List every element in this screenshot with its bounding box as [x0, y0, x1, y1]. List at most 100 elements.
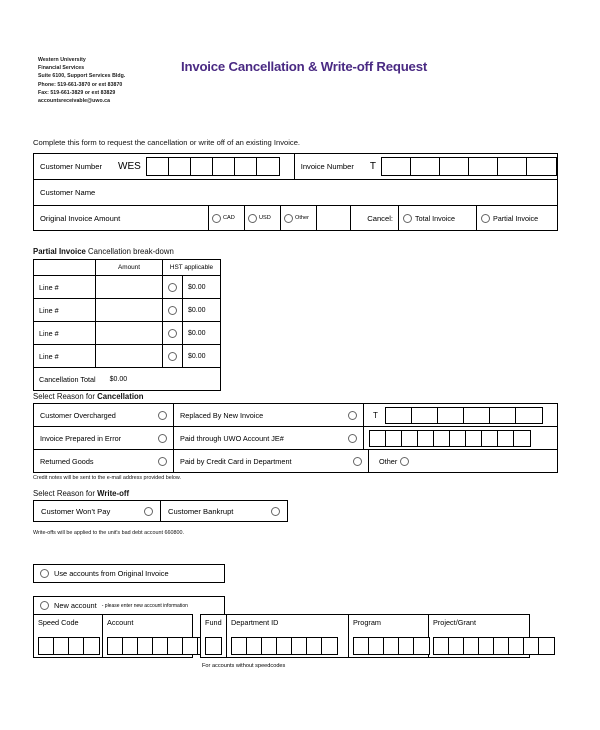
line-amount-input[interactable] — [96, 345, 163, 367]
customer-name-row[interactable]: Customer Name — [34, 180, 557, 206]
character-box[interactable] — [516, 408, 542, 423]
character-box[interactable] — [440, 158, 469, 175]
account-field-input[interactable] — [433, 637, 555, 655]
character-box[interactable] — [386, 407, 412, 423]
account-field-input[interactable] — [38, 637, 100, 655]
character-box[interactable] — [292, 638, 307, 654]
character-box[interactable] — [39, 638, 54, 654]
character-box[interactable] — [153, 638, 168, 654]
radio-icon[interactable] — [168, 328, 177, 338]
character-box[interactable] — [382, 158, 411, 175]
account-field-input[interactable] — [205, 637, 222, 655]
invoice-number-input[interactable] — [381, 157, 557, 176]
radio-icon[interactable] — [158, 410, 167, 420]
character-box[interactable] — [69, 638, 84, 654]
replacement-invoice-input[interactable] — [384, 406, 543, 424]
reason-returned-goods[interactable]: Returned Goods — [34, 450, 174, 472]
hst-applicable-cell[interactable] — [163, 276, 183, 298]
radio-icon[interactable] — [40, 569, 49, 578]
original-amount-cell[interactable]: Original Invoice Amount — [34, 206, 209, 230]
radio-icon[interactable] — [212, 213, 221, 223]
character-box[interactable] — [257, 158, 279, 175]
character-box[interactable] — [464, 638, 479, 654]
character-box[interactable] — [438, 407, 464, 423]
character-box[interactable] — [147, 158, 169, 175]
radio-icon[interactable] — [348, 433, 357, 443]
currency-option-cad[interactable]: CAD — [209, 206, 245, 230]
character-box[interactable] — [322, 638, 337, 654]
character-box[interactable] — [418, 430, 434, 446]
je-number-input[interactable] — [369, 429, 531, 447]
reason-customer-overcharged[interactable]: Customer Overcharged — [34, 404, 174, 426]
character-box[interactable] — [498, 430, 514, 446]
character-box[interactable] — [399, 638, 414, 654]
line-amount-input[interactable] — [96, 276, 163, 298]
radio-icon[interactable] — [248, 213, 257, 223]
radio-icon[interactable] — [400, 456, 410, 466]
character-box[interactable] — [479, 638, 494, 654]
writeoff-customer-wont-pay[interactable]: Customer Won't Pay — [34, 501, 161, 521]
character-box[interactable] — [527, 158, 556, 175]
currency-option-usd[interactable]: USD — [245, 206, 281, 230]
radio-icon[interactable] — [168, 282, 177, 292]
cancel-option-partial-invoice[interactable]: Partial Invoice — [477, 206, 557, 230]
character-box[interactable] — [84, 638, 99, 654]
character-box[interactable] — [539, 638, 554, 654]
character-box[interactable] — [464, 407, 490, 423]
character-box[interactable] — [123, 638, 138, 654]
character-box[interactable] — [469, 158, 498, 175]
radio-icon[interactable] — [168, 305, 177, 315]
character-box[interactable] — [490, 407, 516, 423]
character-box[interactable] — [307, 638, 322, 654]
hst-applicable-cell[interactable] — [163, 345, 183, 367]
radio-icon[interactable] — [481, 213, 490, 223]
character-box[interactable] — [414, 638, 429, 654]
radio-icon[interactable] — [353, 456, 362, 466]
character-box[interactable] — [514, 431, 530, 446]
account-field-input[interactable] — [107, 637, 214, 655]
customer-number-input[interactable] — [145, 157, 280, 176]
account-field-input[interactable] — [353, 637, 430, 655]
character-box[interactable] — [370, 430, 386, 446]
character-box[interactable] — [509, 638, 524, 654]
character-box[interactable] — [524, 638, 539, 654]
radio-icon[interactable] — [40, 601, 49, 610]
character-box[interactable] — [183, 638, 198, 654]
radio-icon[interactable] — [271, 506, 280, 516]
radio-icon[interactable] — [168, 351, 177, 361]
character-box[interactable] — [450, 430, 466, 446]
reason-replaced-by-new-invoice[interactable]: Replaced By New Invoice — [174, 404, 364, 426]
reason-paid-through-uwo-account[interactable]: Paid through UWO Account JE# — [174, 427, 364, 449]
hst-applicable-cell[interactable] — [163, 299, 183, 321]
character-box[interactable] — [482, 430, 498, 446]
radio-icon[interactable] — [403, 213, 412, 223]
character-box[interactable] — [54, 638, 69, 654]
new-account-option[interactable]: New account - please enter new account i… — [33, 596, 225, 614]
currency-option-other[interactable]: Other — [281, 206, 317, 230]
character-box[interactable] — [412, 407, 438, 423]
radio-icon[interactable] — [158, 433, 167, 443]
character-box[interactable] — [498, 158, 527, 175]
cancel-option-total-invoice[interactable]: Total Invoice — [399, 206, 477, 230]
reason-other[interactable]: Other — [374, 456, 410, 466]
hst-applicable-cell[interactable] — [163, 322, 183, 344]
character-box[interactable] — [434, 430, 450, 446]
character-box[interactable] — [169, 158, 191, 175]
character-box[interactable] — [384, 638, 399, 654]
radio-icon[interactable] — [158, 456, 167, 466]
character-box[interactable] — [494, 638, 509, 654]
character-box[interactable] — [191, 158, 213, 175]
character-box[interactable] — [108, 638, 123, 654]
reason-invoice-prepared-in-error[interactable]: Invoice Prepared in Error — [34, 427, 174, 449]
account-field-input[interactable] — [231, 637, 338, 655]
character-box[interactable] — [449, 638, 464, 654]
character-box[interactable] — [277, 638, 292, 654]
character-box[interactable] — [434, 638, 449, 654]
character-box[interactable] — [213, 158, 235, 175]
radio-icon[interactable] — [348, 410, 357, 420]
character-box[interactable] — [232, 638, 247, 654]
character-box[interactable] — [466, 430, 482, 446]
radio-icon[interactable] — [284, 213, 293, 223]
character-box[interactable] — [369, 638, 384, 654]
character-box[interactable] — [168, 638, 183, 654]
